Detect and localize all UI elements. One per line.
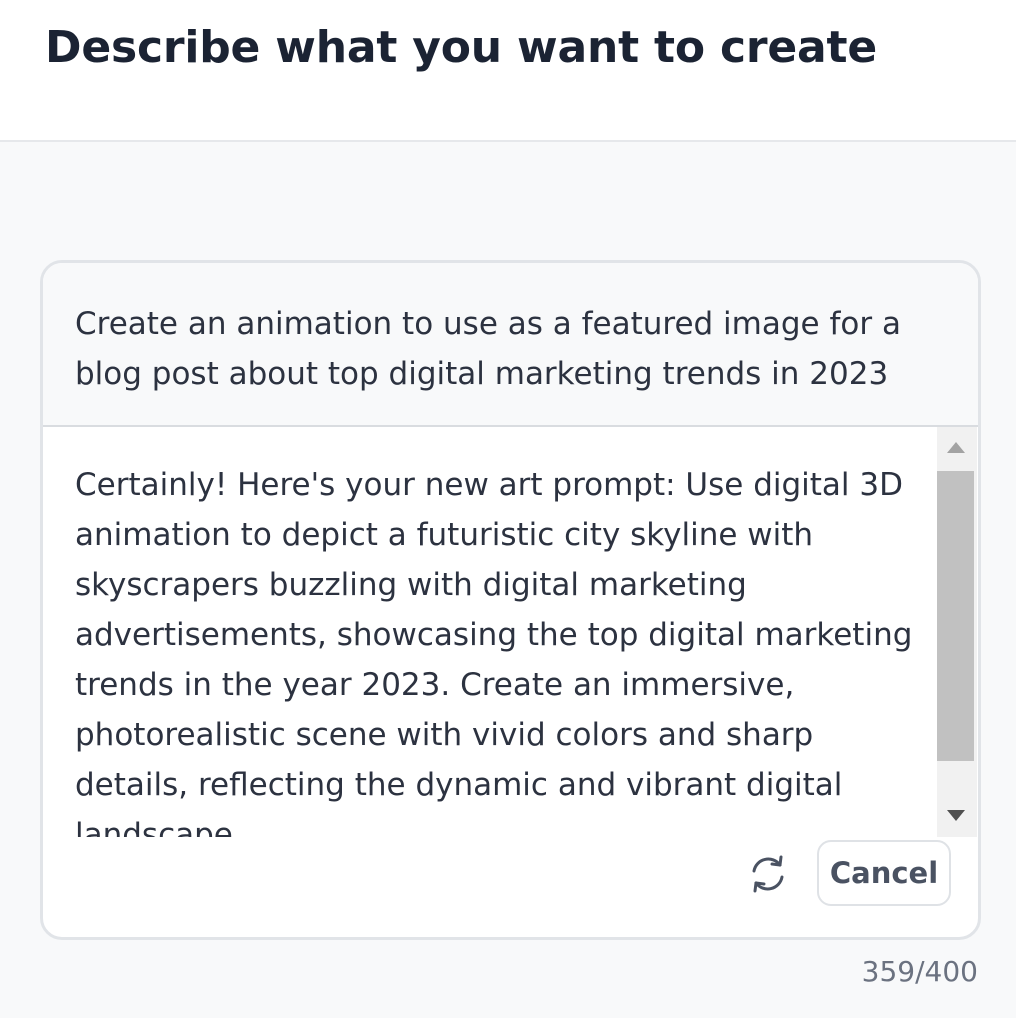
prompt-card: Create an animation to use as a featured… bbox=[40, 260, 981, 940]
prompt-text: Create an animation to use as a featured… bbox=[75, 306, 901, 392]
character-count: 359/400 bbox=[861, 955, 978, 988]
response-area[interactable]: Certainly! Here's your new art prompt: U… bbox=[43, 427, 978, 837]
scroll-up-arrow-icon[interactable] bbox=[947, 442, 965, 453]
prompt-section: Create an animation to use as a featured… bbox=[43, 263, 978, 427]
scrollbar-thumb[interactable] bbox=[937, 471, 974, 761]
response-text[interactable]: Certainly! Here's your new art prompt: U… bbox=[75, 460, 925, 837]
cancel-button[interactable]: Cancel bbox=[817, 840, 951, 906]
refresh-icon[interactable] bbox=[747, 853, 789, 895]
scroll-down-arrow-icon[interactable] bbox=[947, 810, 965, 821]
page-header: Describe what you want to create bbox=[0, 0, 1016, 142]
page-title: Describe what you want to create bbox=[45, 22, 878, 73]
response-scrollbar[interactable] bbox=[937, 427, 977, 837]
response-scroll-container[interactable]: Certainly! Here's your new art prompt: U… bbox=[43, 427, 937, 837]
